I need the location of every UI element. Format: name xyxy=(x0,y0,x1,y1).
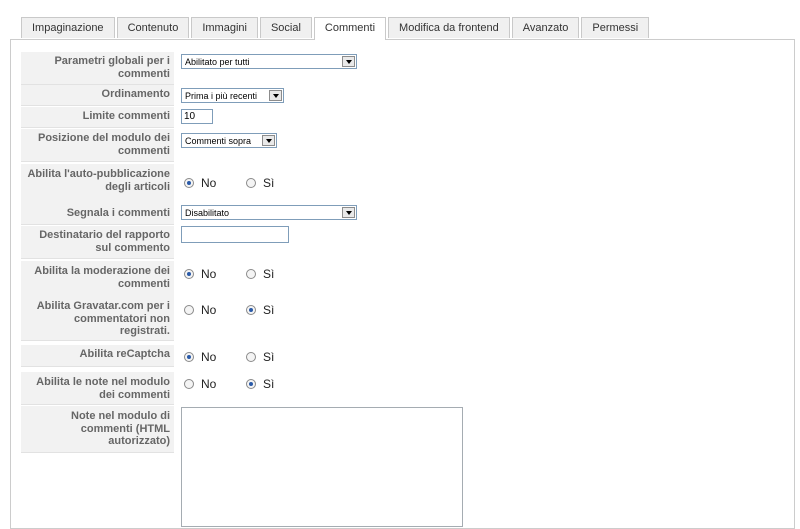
tab-commenti[interactable]: Commenti xyxy=(313,17,387,40)
chevron-down-icon xyxy=(342,56,355,67)
report-recipient-input[interactable] xyxy=(181,226,289,243)
radio-selected-icon xyxy=(184,352,194,362)
chevron-down-icon xyxy=(262,135,275,146)
recaptcha-no-radio[interactable]: No xyxy=(184,350,216,364)
auto-publish-no-label: No xyxy=(201,176,217,190)
global-params-select[interactable]: Abilitato per tutti xyxy=(181,54,357,69)
report-comments-label: Segnala i commenti xyxy=(21,204,174,225)
module-notes-label: Abilita le note nel modulo dei commenti xyxy=(21,372,174,405)
recaptcha-no-label: No xyxy=(201,350,217,364)
chevron-down-icon xyxy=(269,90,282,101)
report-recipient-label: Destinatario del rapporto sul commento xyxy=(21,226,174,259)
moderation-no-label: No xyxy=(201,267,217,281)
module-notes-yes-label: Sì xyxy=(263,377,275,391)
tab-contenuto[interactable]: Contenuto xyxy=(116,17,190,38)
comment-limit-input[interactable]: 10 xyxy=(181,109,213,124)
recaptcha-yes-label: Sì xyxy=(263,350,275,364)
comment-limit-label: Limite commenti xyxy=(21,107,174,128)
moderation-no-radio[interactable]: No xyxy=(184,267,216,281)
gravatar-no-radio[interactable]: No xyxy=(184,303,216,317)
moderation-yes-radio[interactable]: Sì xyxy=(246,267,274,281)
tab-modifica-da-frontend[interactable]: Modifica da frontend xyxy=(388,17,510,38)
radio-selected-icon xyxy=(246,305,256,315)
global-params-value: Abilitato per tutti xyxy=(185,57,250,67)
gravatar-yes-radio[interactable]: Sì xyxy=(246,303,274,317)
module-position-select[interactable]: Commenti sopra xyxy=(181,133,277,148)
ordering-value: Prima i più recenti xyxy=(185,91,258,101)
chevron-down-icon xyxy=(342,207,355,218)
moderation-label: Abilita la moderazione dei commenti xyxy=(21,261,174,297)
auto-publish-yes-label: Sì xyxy=(263,176,275,190)
module-notes-yes-radio[interactable]: Sì xyxy=(246,377,274,391)
gravatar-label: Abilita Gravatar.com per i commentatori … xyxy=(21,296,174,341)
radio-unselected-icon xyxy=(184,379,194,389)
radio-selected-icon xyxy=(184,269,194,279)
module-position-label: Posizione del modulo dei commenti xyxy=(21,129,174,162)
radio-selected-icon xyxy=(184,178,194,188)
global-params-label: Parametri globali per i commenti xyxy=(21,52,174,85)
comments-settings-panel: Parametri globali per i commenti Abilita… xyxy=(10,39,795,529)
radio-unselected-icon xyxy=(184,305,194,315)
auto-publish-yes-radio[interactable]: Sì xyxy=(246,176,274,190)
tab-social[interactable]: Social xyxy=(259,17,312,38)
tab-impaginazione[interactable]: Impaginazione xyxy=(21,17,115,38)
recaptcha-yes-radio[interactable]: Sì xyxy=(246,350,274,364)
auto-publish-no-radio[interactable]: No xyxy=(184,176,216,190)
recaptcha-label: Abilita reCaptcha xyxy=(21,345,174,367)
radio-unselected-icon xyxy=(246,269,256,279)
auto-publish-label: Abilita l'auto-pubblicazione degli artic… xyxy=(21,164,174,206)
gravatar-no-label: No xyxy=(201,303,217,317)
module-position-value: Commenti sopra xyxy=(185,136,252,146)
tab-avanzato[interactable]: Avanzato xyxy=(511,17,580,38)
radio-unselected-icon xyxy=(246,352,256,362)
ordering-select[interactable]: Prima i più recenti xyxy=(181,88,284,103)
moderation-yes-label: Sì xyxy=(263,267,275,281)
radio-unselected-icon xyxy=(246,178,256,188)
report-comments-value: Disabilitato xyxy=(185,208,230,218)
notes-text-label: Note nel modulo di commenti (HTML autori… xyxy=(21,406,174,453)
gravatar-yes-label: Sì xyxy=(263,303,275,317)
tab-bar: Impaginazione Contenuto Immagini Social … xyxy=(21,17,651,40)
module-notes-no-label: No xyxy=(201,377,217,391)
tab-permessi[interactable]: Permessi xyxy=(581,17,650,38)
report-comments-select[interactable]: Disabilitato xyxy=(181,205,357,220)
module-notes-no-radio[interactable]: No xyxy=(184,377,216,391)
notes-textarea[interactable] xyxy=(181,407,463,527)
tab-immagini[interactable]: Immagini xyxy=(191,17,258,38)
radio-selected-icon xyxy=(246,379,256,389)
ordering-label: Ordinamento xyxy=(21,85,174,106)
